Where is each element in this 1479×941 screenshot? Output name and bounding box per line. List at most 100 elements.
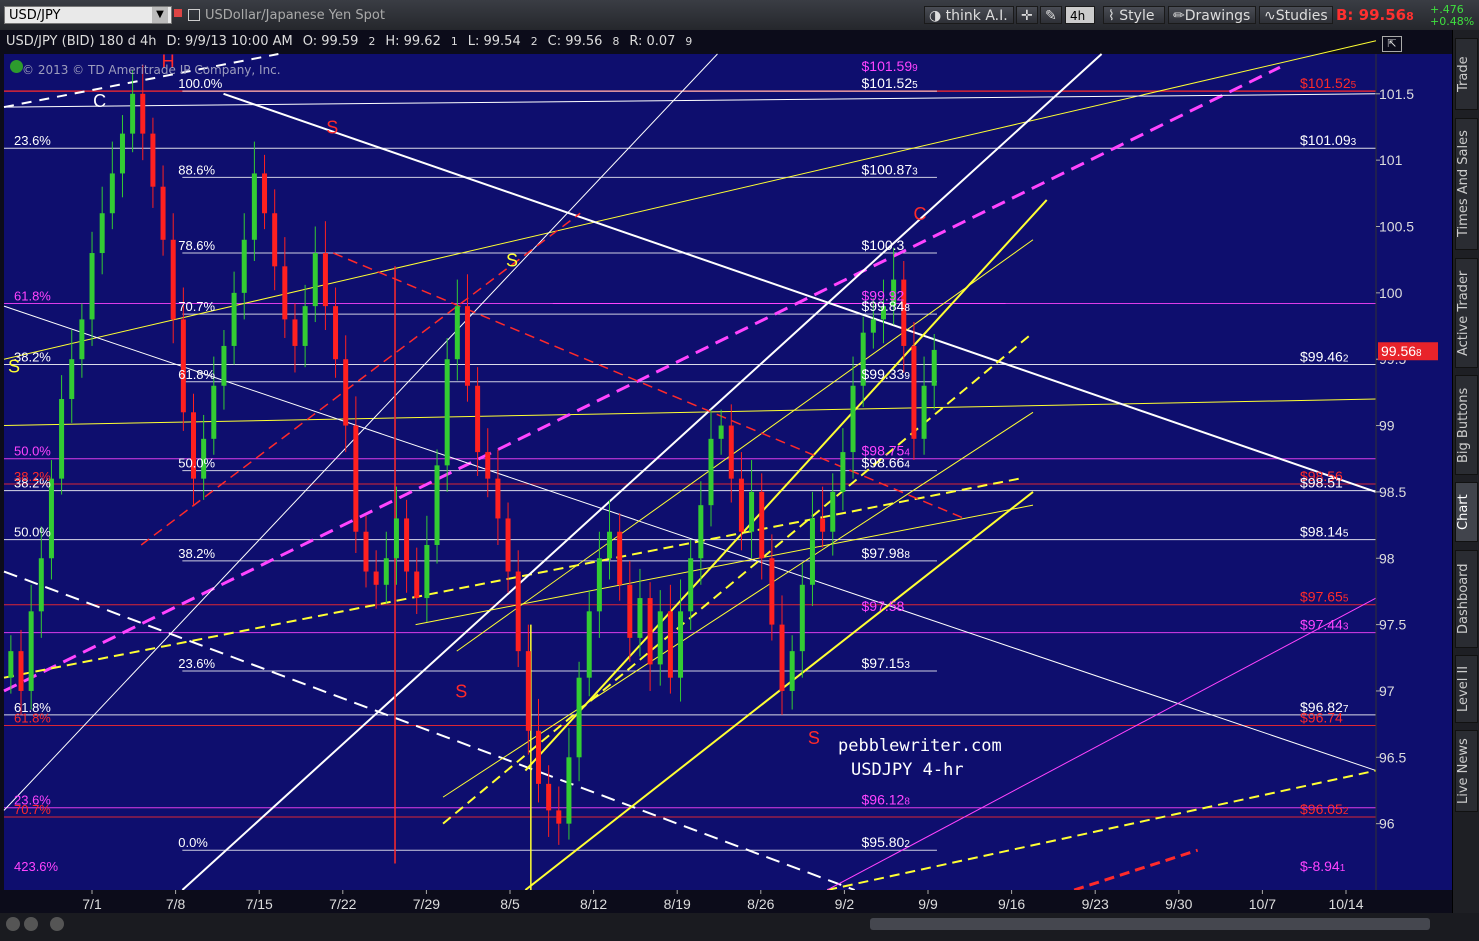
candle-body	[99, 213, 105, 254]
fib-mid-label: 100.0%	[178, 76, 223, 91]
bid-price: B: 99.568	[1336, 6, 1414, 24]
zoom-in-icon[interactable]	[24, 917, 38, 931]
last-price-label: 99.568	[1381, 343, 1422, 359]
y-tick-label: 98	[1379, 550, 1395, 566]
y-tick-label: 96.5	[1379, 749, 1406, 765]
candle-body	[211, 385, 217, 439]
tab-trade[interactable]: Trade	[1455, 38, 1478, 110]
candle-body	[69, 359, 75, 400]
chart-plot-area[interactable]: 23.6%61.8%38.2%50.0%38.2%38.2%50.0%61.8%…	[0, 30, 1452, 913]
candle-body	[130, 93, 136, 134]
candle-body	[272, 213, 278, 267]
fib-left-label: 50.0%	[14, 525, 51, 540]
wave-letter-label: S	[8, 356, 20, 376]
price-level-label: $95.802	[862, 834, 911, 850]
candle-body	[647, 598, 653, 665]
wave-letter-label: S	[326, 118, 338, 138]
info-close-small: 8	[612, 35, 620, 48]
fib-mid-label: 61.8%	[178, 367, 215, 382]
candle-body	[454, 306, 460, 360]
fib-mid-label: 23.6%	[178, 656, 215, 671]
symbol-input[interactable]: USD/JPY	[4, 6, 172, 24]
timeframe-button[interactable]: 4h	[1065, 6, 1095, 24]
candle-body	[312, 253, 318, 307]
y-tick-label: 101.5	[1379, 86, 1414, 102]
fib-mid-label: 88.6%	[178, 162, 215, 177]
candle-body	[434, 465, 440, 545]
info-high: H: 99.62 1	[385, 34, 457, 49]
x-tick-label: 8/5	[500, 896, 520, 912]
wave-letter-label: S	[808, 728, 820, 748]
tab-big-buttons[interactable]: Big Buttons	[1455, 375, 1478, 475]
candle-body	[79, 319, 85, 360]
info-high-small: 1	[450, 35, 458, 48]
y-tick-label: 101	[1379, 152, 1403, 168]
chart-toolbar: USD/JPY ▼ USDollar/Japanese Yen Spot ◑ t…	[0, 0, 1479, 31]
candle-body	[556, 810, 562, 824]
tab-active-trader[interactable]: Active Trader	[1455, 258, 1478, 368]
tab-chart[interactable]: Chart	[1455, 482, 1478, 542]
candle-body	[749, 491, 755, 532]
fib-mid-label: 70.7%	[178, 299, 215, 314]
candle-body	[485, 452, 491, 479]
symbol-dropdown-icon[interactable]: ▼	[152, 7, 168, 23]
symbol-description: USDollar/Japanese Yen Spot	[205, 8, 385, 23]
maximize-icon[interactable]: ⇱	[1382, 36, 1402, 52]
fit-icon[interactable]	[50, 917, 64, 931]
annotation-chart: USDJPY 4-hr	[851, 760, 964, 780]
price-level-label: $100.3	[862, 237, 905, 253]
tab-live-news[interactable]: Live News	[1455, 730, 1478, 812]
chart-scrollbar[interactable]	[0, 913, 1479, 941]
chart-style-icon: ⌇	[1108, 8, 1115, 24]
candle-body	[769, 558, 775, 625]
wave-letter-label: S	[455, 682, 467, 702]
candle-body	[150, 133, 156, 187]
candle-body	[38, 558, 44, 612]
candle-body	[221, 345, 227, 386]
candle-body	[728, 425, 734, 479]
candle-body	[820, 518, 826, 532]
link-icon[interactable]	[174, 9, 182, 17]
candle-body	[627, 584, 633, 638]
tab-times-and-sales[interactable]: Times And Sales	[1455, 118, 1478, 250]
scroll-thumb[interactable]	[870, 918, 1430, 930]
x-tick-label: 8/26	[747, 896, 774, 912]
studies-button[interactable]: ∿Studies	[1259, 6, 1333, 24]
crosshair-button[interactable]: ✛	[1016, 6, 1038, 24]
right-level-label: $96.052	[1300, 801, 1349, 817]
tools-button[interactable]: ✎	[1040, 6, 1062, 24]
chart-title: USD/JPY (BID) 180 d 4h	[6, 34, 157, 49]
info-low-value: L: 99.54	[467, 34, 521, 49]
candle-body	[586, 611, 592, 678]
candle-body	[475, 385, 481, 453]
candle-body	[424, 544, 430, 599]
drawings-button[interactable]: ✏Drawings	[1168, 6, 1256, 24]
candle-body	[840, 452, 846, 492]
candle-body	[525, 651, 531, 731]
candle-body	[657, 611, 663, 665]
right-level-label: $-8.941	[1300, 858, 1346, 874]
candle-body	[850, 385, 856, 453]
studies-icon: ∿	[1264, 8, 1276, 24]
fib-mid-label: 78.6%	[178, 238, 215, 253]
think-ai-button[interactable]: ◑ think A.I.	[924, 6, 1014, 24]
style-button[interactable]: ⌇ Style	[1103, 6, 1165, 24]
candle-body	[515, 571, 521, 652]
x-tick-label: 7/22	[329, 896, 356, 912]
x-tick-label: 9/2	[835, 896, 855, 912]
pencil-icon: ✏	[1173, 8, 1185, 24]
wave-letter-label: C	[914, 204, 927, 224]
right-level-label: $101.525	[1300, 75, 1357, 91]
candle-body	[28, 611, 34, 691]
x-tick-label: 9/23	[1082, 896, 1109, 912]
candle-body	[262, 173, 268, 214]
tab-level-ii[interactable]: Level II	[1455, 655, 1478, 723]
info-low-small: 2	[530, 35, 538, 48]
candle-body	[231, 292, 237, 346]
expand-icon[interactable]	[10, 60, 23, 73]
tab-dashboard[interactable]: Dashboard	[1455, 550, 1478, 648]
brain-icon: ◑	[929, 8, 942, 24]
think-ai-label: think A.I.	[945, 8, 1008, 24]
studies-label: Studies	[1275, 8, 1328, 24]
zoom-out-icon[interactable]	[6, 917, 20, 931]
